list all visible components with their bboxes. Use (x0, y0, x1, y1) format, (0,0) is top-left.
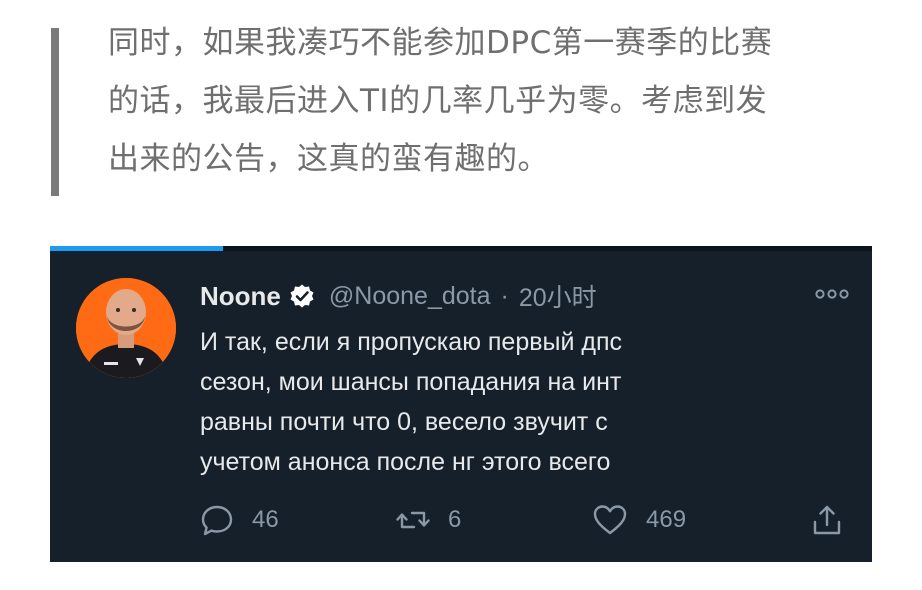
display-name[interactable]: Noone (200, 281, 281, 312)
tweet-text-line: сезон, мои шансы попадания на инт (200, 368, 622, 396)
video-progress-fill (50, 246, 223, 251)
more-dots-icon[interactable] (814, 284, 850, 304)
quote-text: 同时，如果我凑巧不能参加DPC第一赛季的比赛 的话，我最后进入TI的几率几乎为零… (108, 14, 888, 188)
reply-count: 46 (252, 506, 279, 533)
tweet-text-line: И так, если я пропускаю первый дпс (200, 328, 623, 356)
avatar-image (76, 278, 176, 378)
retweet-count: 6 (448, 506, 462, 533)
retweet-icon (396, 503, 430, 537)
reply-button[interactable]: 46 (200, 500, 279, 540)
tweet-header: Noone @Noone_dota · 20小时 (200, 278, 597, 314)
user-handle[interactable]: @Noone_dota (329, 282, 491, 311)
article-quote-block: 同时，如果我凑巧不能参加DPC第一赛季的比赛 的话，我最后进入TI的几率几乎为零… (48, 14, 888, 196)
like-count: 469 (646, 506, 687, 533)
like-button[interactable]: 469 (592, 500, 686, 540)
reply-icon (200, 503, 234, 537)
share-icon (810, 503, 844, 537)
tweet-actions: 46 6 469 (200, 500, 850, 540)
retweet-button[interactable]: 6 (396, 500, 461, 540)
video-progress-track (50, 246, 872, 251)
heart-icon (592, 503, 628, 537)
tweet-card: Noone @Noone_dota · 20小时 И так, если я п… (50, 246, 872, 562)
share-button[interactable] (810, 500, 844, 540)
tweet-text-line: равны почти что 0, весело звучит с (200, 408, 608, 436)
quote-bar (51, 28, 59, 196)
tweet-text: И так, если я пропускаю первый дпс сезон… (200, 322, 820, 482)
quote-line: 出来的公告，这真的蛮有趣的。 (108, 141, 549, 177)
avatar[interactable] (76, 278, 176, 378)
header-separator: · (500, 281, 509, 310)
verified-badge-icon (289, 283, 315, 309)
tweet-timestamp[interactable]: 20小时 (519, 278, 597, 314)
tweet-text-line: учетом анонса после нг этого всего (200, 448, 611, 476)
quote-line: 的话，我最后进入TI的几率几乎为零。考虑到发 (108, 83, 768, 119)
quote-line: 同时，如果我凑巧不能参加DPC第一赛季的比赛 (108, 25, 773, 61)
